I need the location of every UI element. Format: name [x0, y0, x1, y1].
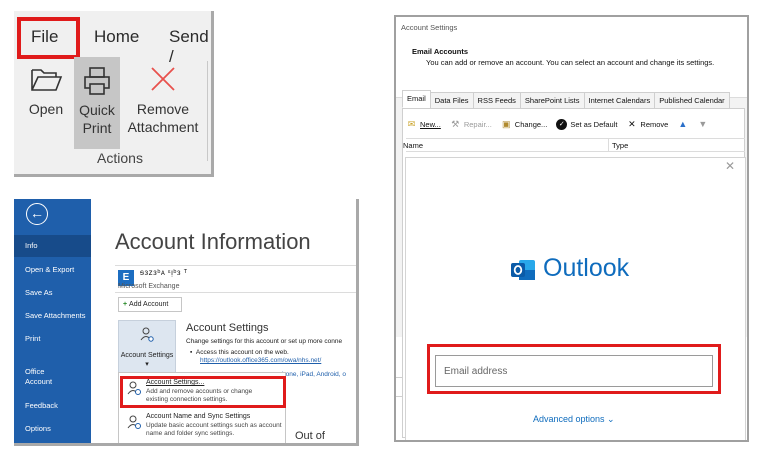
- advanced-options-link[interactable]: Advanced options ⌄: [533, 414, 615, 425]
- account-settings-heading: Account Settings: [186, 322, 269, 334]
- set-default-label: Set as Default: [570, 119, 618, 129]
- remove-button[interactable]: ✕ Remove: [626, 119, 668, 130]
- email-address-input[interactable]: [435, 355, 713, 387]
- move-down-button[interactable]: ▼: [697, 119, 711, 130]
- column-name[interactable]: Name: [403, 141, 423, 150]
- add-account-label: Add Account: [129, 301, 169, 308]
- tab-home[interactable]: Home: [94, 27, 139, 47]
- nav-feedback[interactable]: Feedback: [14, 401, 91, 411]
- account-type: Microsoft Exchange: [118, 283, 180, 290]
- dialog-tabs: Email Data Files RSS Feeds SharePoint Li…: [402, 90, 730, 108]
- menu-item-name-sync-desc: Update basic account settings such as ac…: [146, 422, 282, 437]
- email-accounts-description: You can add or remove an account. You ca…: [426, 58, 715, 67]
- arrow-down-icon: ▼: [698, 118, 708, 129]
- accounts-toolbar: ✉ New... ⚒ Repair... ▣ Change... ✓ Set a…: [406, 117, 720, 131]
- nav-info[interactable]: Info: [14, 235, 91, 257]
- nav-options[interactable]: Options: [14, 424, 91, 434]
- remove-x-icon: ✕: [628, 118, 636, 129]
- printer-icon: [84, 67, 110, 95]
- change-label: Change...: [514, 119, 548, 129]
- new-button[interactable]: ✉ New...: [406, 119, 441, 130]
- nav-save-attachments[interactable]: Save Attachments: [14, 311, 91, 321]
- folder-open-icon: [31, 69, 63, 91]
- close-icon[interactable]: ✕: [725, 159, 735, 173]
- page-title: Account Information: [115, 229, 311, 254]
- person-gear-icon: [140, 327, 154, 342]
- nav-office-account[interactable]: Office Account: [14, 367, 64, 387]
- tab-send-receive[interactable]: Send /: [169, 27, 211, 67]
- close-x-icon: [151, 67, 175, 91]
- tab-data-files[interactable]: Data Files: [429, 92, 474, 108]
- accounts-column-header: [406, 138, 745, 152]
- web-access-bullet: ▪ Access this account on the web.: [190, 349, 289, 356]
- outlook-signin-card: [405, 157, 746, 440]
- add-account-button[interactable]: + Add Account: [118, 297, 182, 312]
- outlook-logo-icon: [511, 260, 535, 280]
- backstage-panel: ← Info Open & Export Save As Save Attach…: [14, 199, 359, 446]
- nav-open-export[interactable]: Open & Export: [14, 265, 91, 275]
- wrench-icon: ⚒: [451, 118, 460, 129]
- nav-print[interactable]: Print: [14, 334, 91, 344]
- nav-save-as[interactable]: Save As: [14, 288, 91, 298]
- remove-label: Remove: [640, 119, 669, 129]
- change-button[interactable]: ▣ Change...: [501, 118, 548, 130]
- ribbon-panel: File Home Send / Open Quick Print Remove…: [14, 11, 214, 177]
- email-accounts-heading: Email Accounts: [412, 47, 468, 56]
- owa-link[interactable]: https://outlook.office365.com/owa/nhs.ne…: [200, 357, 321, 364]
- group-separator: [207, 61, 208, 161]
- repair-button[interactable]: ⚒ Repair...: [450, 118, 492, 130]
- open-label: Open: [28, 101, 64, 117]
- account-settings-description: Change settings for this account or set …: [186, 338, 343, 345]
- out-of-office-text: Out of Office): [295, 430, 327, 443]
- remove-attachment-label: Remove Attachment: [127, 101, 199, 135]
- set-default-button[interactable]: ✓ Set as Default: [556, 118, 618, 130]
- account-name: ᵴᴈᴢᴈᵇᴀ ᵋᴉᵇᴈ ᵀ: [140, 268, 188, 277]
- outlook-brand-text: Outlook: [543, 254, 630, 282]
- change-icon: ▣: [502, 118, 511, 129]
- dialog-edge: [396, 377, 402, 397]
- new-label: New...: [420, 119, 441, 129]
- mobile-setup-link[interactable]: hone, iPad, Android, o: [282, 371, 346, 378]
- column-divider: [608, 139, 609, 151]
- menu-item-name-sync[interactable]: Account Name and Sync Settings: [146, 413, 250, 420]
- person-gear-icon: [127, 415, 141, 429]
- account-settings-highlight: [120, 376, 286, 408]
- tab-sharepoint-lists[interactable]: SharePoint Lists: [519, 92, 585, 108]
- remove-attachment-button[interactable]: Remove Attachment: [122, 66, 204, 136]
- backstage-nav: ← Info Open & Export Save As Save Attach…: [14, 199, 91, 443]
- arrow-up-icon: ▲: [678, 118, 688, 129]
- dialog-title: Account Settings: [401, 23, 458, 32]
- move-up-button[interactable]: ▲: [677, 119, 691, 130]
- back-arrow-icon[interactable]: ←: [26, 203, 48, 225]
- account-settings-button-label: Account Settings ▾: [120, 352, 174, 368]
- web-access-text: Access this account on the web.: [195, 349, 289, 356]
- checkmark-circle-icon: ✓: [556, 118, 568, 130]
- new-mail-icon: ✉: [407, 118, 416, 129]
- repair-label: Repair...: [463, 119, 492, 129]
- tab-email[interactable]: Email: [402, 90, 431, 108]
- tab-published-calendars[interactable]: Published Calendar: [654, 92, 730, 108]
- quick-print-button[interactable]: Quick Print: [74, 57, 120, 149]
- tab-internet-calendars[interactable]: Internet Calendars: [583, 92, 656, 108]
- file-tab-highlight: [17, 17, 80, 59]
- open-button[interactable]: Open: [24, 66, 68, 118]
- account-settings-dialog: Account Settings Email Accounts You can …: [394, 15, 749, 442]
- quick-print-label: Quick Print: [79, 102, 115, 136]
- column-type[interactable]: Type: [612, 141, 628, 150]
- tab-rss-feeds[interactable]: RSS Feeds: [472, 92, 521, 108]
- actions-group-label: Actions: [97, 150, 143, 166]
